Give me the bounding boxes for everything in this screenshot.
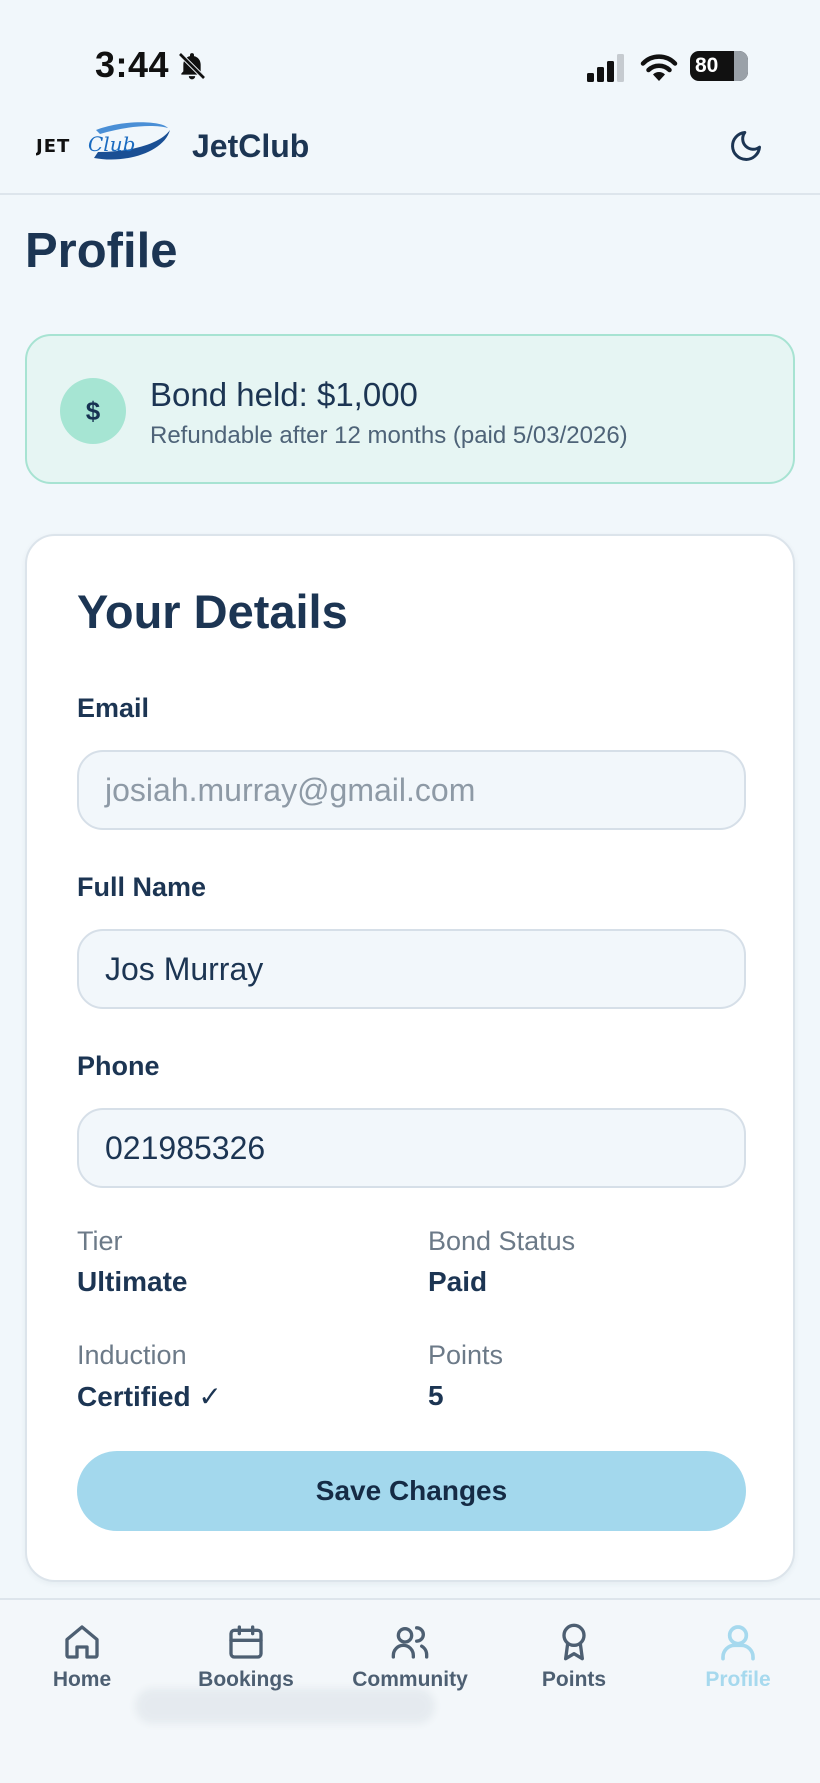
calendar-icon: [229, 1625, 263, 1659]
points-value: 5: [428, 1380, 444, 1411]
save-changes-button[interactable]: Save Changes: [77, 1451, 746, 1531]
home-icon: [65, 1625, 99, 1659]
cellular-signal-icon: [587, 54, 624, 82]
users-icon: [391, 1626, 429, 1659]
full-name-label: Full Name: [77, 872, 207, 902]
bell-off-icon: [178, 52, 206, 80]
bond-banner: $ Bond held: $1,000 Refundable after 12 …: [25, 334, 795, 484]
nav-label-points: Points: [541, 1668, 607, 1691]
induction-label: Induction: [77, 1340, 187, 1370]
battery-indicator: 80: [690, 51, 748, 81]
phone-label: Phone: [77, 1051, 160, 1081]
battery-level: 80: [695, 54, 719, 77]
bond-status-value: Paid: [428, 1266, 488, 1297]
nav-item-community[interactable]: Community: [335, 1622, 485, 1702]
dollar-icon: $: [60, 378, 126, 444]
svg-text:Club: Club: [88, 132, 135, 156]
nav-label-community: Community: [352, 1668, 468, 1691]
email-field[interactable]: josiah.murray@gmail.com: [77, 750, 746, 830]
nav-item-home[interactable]: Home: [7, 1622, 157, 1702]
nav-label-profile: Profile: [705, 1668, 771, 1691]
bottom-nav: Home Bookings Community Points Profile: [0, 1598, 820, 1783]
details-card: Your Details Email josiah.murray@gmail.c…: [25, 534, 795, 1582]
nav-item-bookings[interactable]: Bookings: [171, 1622, 321, 1702]
nav-label-bookings: Bookings: [198, 1668, 294, 1691]
phone-field[interactable]: 021985326: [77, 1108, 746, 1188]
status-bar: 3:44 80: [0, 0, 820, 100]
full-name-field[interactable]: Jos Murray: [77, 929, 746, 1009]
wifi-icon: [640, 54, 678, 81]
status-time: 3:44: [95, 44, 170, 85]
app-header: JET Club JetClub: [0, 100, 820, 195]
award-icon: [562, 1623, 586, 1661]
app-name: JetClub: [192, 128, 310, 164]
email-label: Email: [77, 693, 150, 723]
svg-text:JET: JET: [36, 136, 70, 157]
bond-subtitle: Refundable after 12 months (paid 5/03/20…: [150, 422, 628, 449]
bond-status-label: Bond Status: [428, 1226, 576, 1256]
nav-item-points[interactable]: Points: [499, 1622, 649, 1702]
induction-value: Certified ✓: [77, 1381, 222, 1412]
card-title: Your Details: [77, 585, 348, 638]
jetclub-logo[interactable]: JET Club: [36, 122, 170, 164]
tier-value: Ultimate: [77, 1266, 188, 1297]
page-title: Profile: [25, 224, 178, 278]
nav-item-profile[interactable]: Profile: [663, 1622, 813, 1702]
nav-label-home: Home: [52, 1668, 112, 1691]
points-label: Points: [428, 1340, 504, 1370]
tier-label: Tier: [77, 1226, 123, 1256]
moon-icon[interactable]: [728, 128, 764, 164]
bond-title: Bond held: $1,000: [150, 376, 418, 413]
user-icon: [721, 1625, 755, 1661]
